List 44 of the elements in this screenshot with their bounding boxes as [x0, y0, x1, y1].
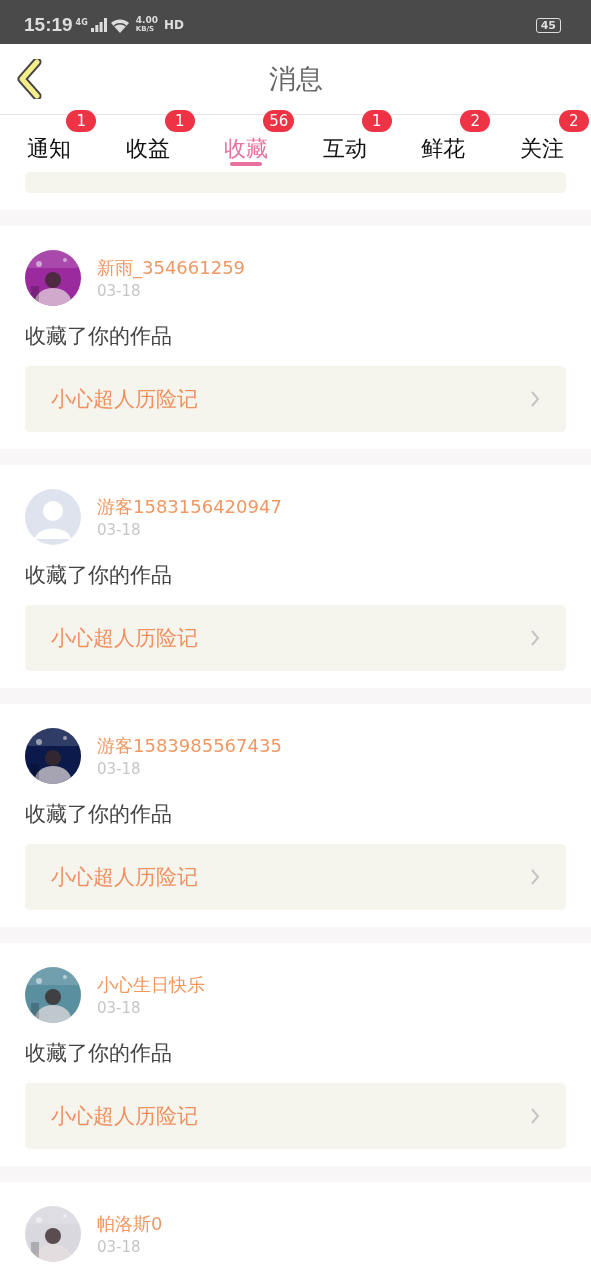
- tab[interactable]: 收益: [125, 133, 170, 164]
- chevron-right-icon: [530, 629, 540, 647]
- tab[interactable]: 通知: [27, 133, 72, 164]
- work-link[interactable]: 小心超人历险记: [25, 366, 566, 432]
- activity-text: 收藏了你的作品: [25, 801, 173, 828]
- user-name[interactable]: 帕洛斯0: [97, 1212, 163, 1236]
- chevron-right-icon: [530, 1107, 540, 1125]
- speed-value: 4.00: [135, 16, 158, 25]
- count-badge: 2: [558, 110, 589, 132]
- back-icon[interactable]: [17, 59, 43, 99]
- tab[interactable]: 关注: [519, 133, 564, 164]
- date-text: 03-18: [97, 282, 142, 300]
- network-type: 4G: [75, 18, 88, 27]
- chevron-right-icon: [530, 390, 540, 408]
- page-title: 消息: [268, 62, 323, 96]
- date-text: 03-18: [97, 999, 142, 1017]
- date-text: 03-18: [97, 1238, 142, 1256]
- wifi-icon: [109, 17, 130, 33]
- count-badge: 1: [164, 110, 195, 132]
- activity-text: 收藏了你的作品: [25, 323, 173, 350]
- clock-time: 15:19: [24, 14, 73, 36]
- tab[interactable]: 互动: [322, 133, 367, 164]
- user-name[interactable]: 小心生日快乐: [97, 973, 205, 997]
- activity-text: 收藏了你的作品: [25, 1040, 173, 1067]
- count-badge: 56: [263, 110, 295, 132]
- user-name[interactable]: 新雨_354661259: [97, 256, 246, 280]
- user-name[interactable]: 游客1583985567435: [97, 734, 282, 758]
- hd-label: HD: [163, 18, 184, 32]
- work-link[interactable]: 小心超人历险记: [25, 844, 566, 910]
- count-badge: 1: [361, 110, 392, 132]
- count-badge: 1: [66, 110, 97, 132]
- date-text: 03-18: [97, 521, 142, 539]
- tab[interactable]: 鲜花: [421, 133, 466, 164]
- work-link[interactable]: 小心超人历险记: [25, 605, 566, 671]
- activity-text: 收藏了你的作品: [25, 562, 173, 589]
- user-name[interactable]: 游客1583156420947: [97, 495, 282, 519]
- battery-level: 45: [535, 17, 561, 33]
- tab[interactable]: 收藏: [224, 133, 269, 164]
- date-text: 03-18: [97, 760, 142, 778]
- chevron-right-icon: [530, 868, 540, 886]
- work-link[interactable]: 小心超人历险记: [25, 1083, 566, 1149]
- signal-icon: [90, 18, 107, 32]
- avatar-icon: [25, 489, 81, 545]
- count-badge: 2: [460, 110, 491, 132]
